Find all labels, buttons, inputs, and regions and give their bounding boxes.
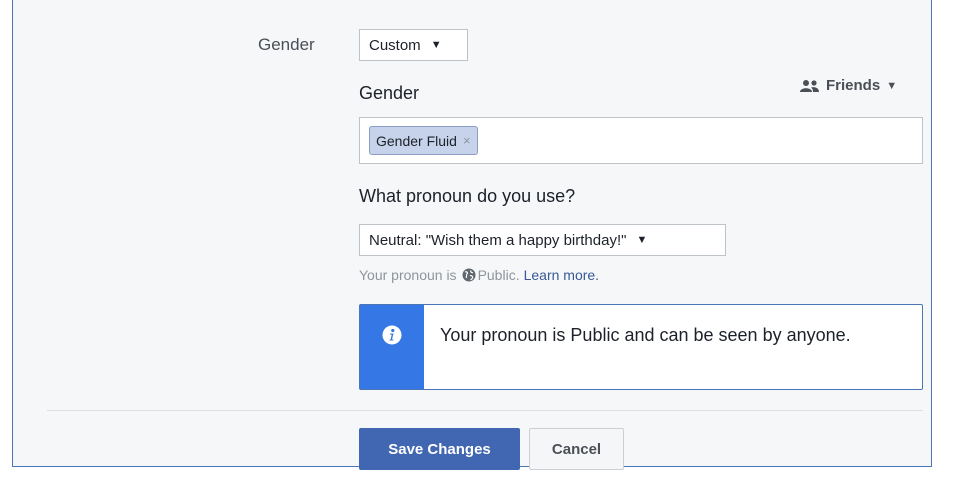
chevron-down-icon: ▼ xyxy=(886,79,898,92)
settings-frame: Gender Custom ▼ Gender Friends ▼ Gender … xyxy=(0,0,956,492)
gender-row-label: Gender xyxy=(258,35,315,54)
cancel-button[interactable]: Cancel xyxy=(529,428,624,470)
gender-select[interactable]: Custom ▼ xyxy=(359,29,468,61)
info-icon xyxy=(382,325,402,345)
hint-audience: Public. xyxy=(477,267,520,283)
pronoun-visibility-hint: Your pronoun is Public. Learn more. xyxy=(359,267,599,283)
custom-gender-label: Gender xyxy=(359,83,420,103)
divider xyxy=(47,410,923,411)
remove-token-icon[interactable]: × xyxy=(463,133,471,148)
gender-token: Gender Fluid × xyxy=(369,126,478,155)
info-notice: Your pronoun is Public and can be seen b… xyxy=(359,304,923,390)
hint-prefix: Your pronoun is xyxy=(359,267,457,283)
pronoun-question: What pronoun do you use? xyxy=(359,186,576,206)
audience-label: Friends xyxy=(826,77,881,94)
save-changes-button[interactable]: Save Changes xyxy=(359,428,520,470)
gender-token-label: Gender Fluid xyxy=(376,132,457,149)
chevron-down-icon: ▼ xyxy=(430,39,442,51)
pronoun-select[interactable]: Neutral: "Wish them a happy birthday!" ▼ xyxy=(359,224,726,256)
pronoun-select-value: Neutral: "Wish them a happy birthday!" xyxy=(369,231,627,249)
globe-icon xyxy=(462,268,476,282)
learn-more-link[interactable]: Learn more. xyxy=(524,267,599,283)
audience-selector[interactable]: Friends ▼ xyxy=(800,77,897,94)
info-message: Your pronoun is Public and can be seen b… xyxy=(440,325,851,345)
chevron-down-icon: ▼ xyxy=(636,234,648,246)
gender-select-value: Custom xyxy=(369,36,421,54)
custom-gender-input[interactable]: Gender Fluid × xyxy=(359,117,923,164)
info-notice-bar xyxy=(360,305,424,389)
friends-icon xyxy=(800,79,819,92)
